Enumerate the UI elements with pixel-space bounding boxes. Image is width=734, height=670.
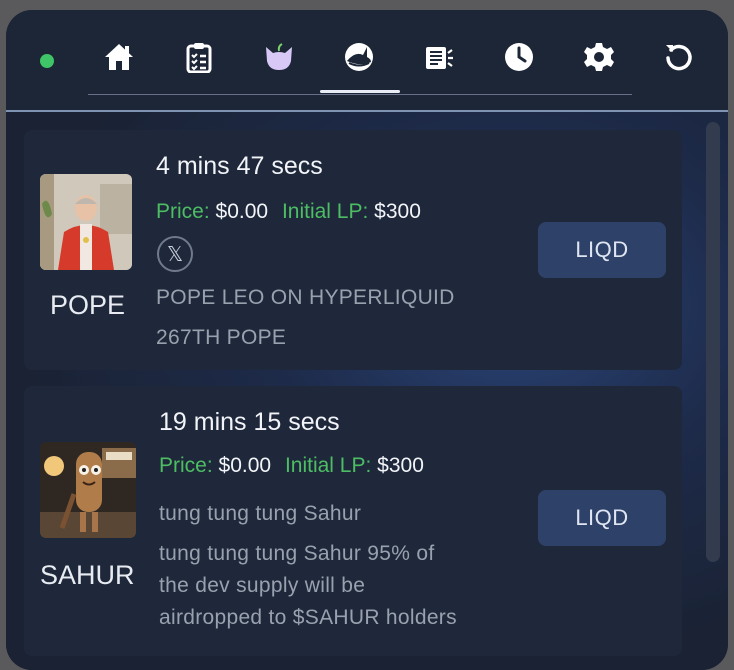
token-image [40,174,132,270]
token-description-line: the dev supply will be [159,574,366,597]
price-value: $0.00 [215,200,269,223]
token-description: 267TH POPE [156,326,287,349]
token-symbol: POPE [50,290,126,320]
initial-lp-label: Initial LP: [281,200,369,223]
scrollbar[interactable] [706,122,720,562]
liqd-button[interactable]: LIQD [538,222,666,278]
price-line: Price: $0.00 Initial LP: $300 [156,200,421,224]
app-window: POPE 4 mins 47 secs Price: $0.00 Initial… [6,10,728,670]
token-description-line: airdropped to $SAHUR holders [159,606,457,629]
price-label: Price: [159,454,213,477]
price-line: Price: $0.00 Initial LP: $300 [159,454,424,478]
price-value: $0.00 [218,454,272,477]
clock-icon[interactable] [503,40,535,74]
liqd-button[interactable]: LIQD [538,490,666,546]
news-icon[interactable] [423,40,455,74]
price-label: Price: [156,200,210,223]
refresh-icon[interactable] [663,40,695,74]
x-icon[interactable]: 𝕏 [157,236,193,272]
initial-lp-value: $300 [377,454,424,477]
clipboard-icon[interactable] [183,40,215,74]
token-feed[interactable]: POPE 4 mins 47 secs Price: $0.00 Initial… [6,112,728,670]
nav-underline-track [88,94,632,95]
token-age: 19 mins 15 secs [159,408,340,436]
token-card: POPE 4 mins 47 secs Price: $0.00 Initial… [24,130,682,370]
token-card: SAHUR 19 mins 15 secs Price: $0.00 Initi… [24,386,682,656]
home-icon[interactable] [103,40,135,74]
token-age: 4 mins 47 secs [156,152,323,180]
token-symbol: SAHUR [40,560,135,590]
token-description-line: tung tung tung Sahur 95% of [159,542,435,565]
initial-lp-value: $300 [374,200,421,223]
nav-active-indicator [320,90,400,93]
top-nav-bar [6,10,728,112]
token-name: tung tung tung Sahur [159,502,362,525]
token-image [40,442,136,538]
initial-lp-label: Initial LP: [284,454,372,477]
token-name: POPE LEO ON HYPERLIQUID [156,286,455,309]
cat-icon[interactable] [263,40,295,74]
gear-icon[interactable] [583,40,615,74]
shark-icon[interactable] [343,40,375,74]
status-indicator [40,54,54,68]
